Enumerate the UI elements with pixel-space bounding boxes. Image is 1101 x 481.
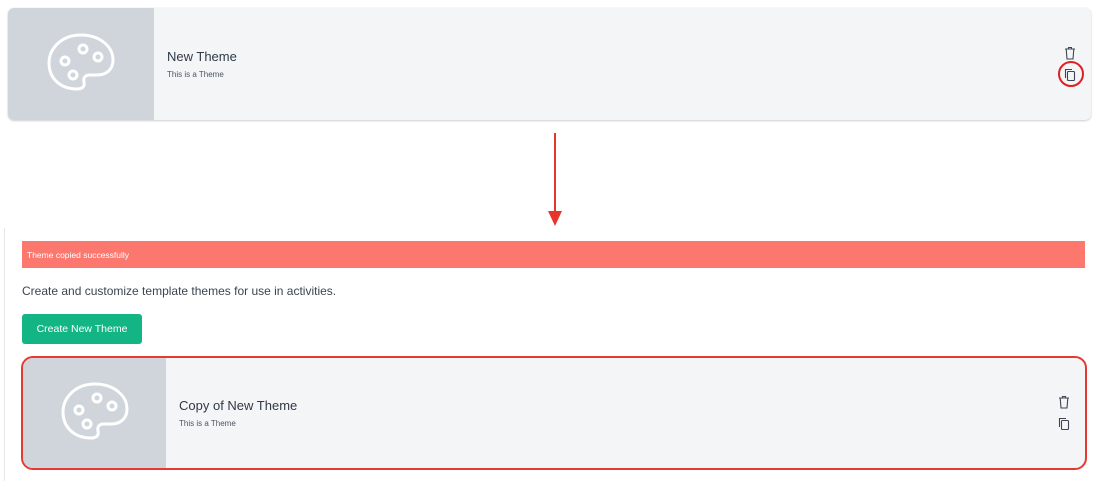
create-new-theme-button[interactable]: Create New Theme	[22, 314, 142, 344]
theme-description: This is a Theme	[167, 70, 224, 79]
trash-icon[interactable]	[1063, 45, 1077, 61]
theme-thumbnail	[8, 8, 154, 120]
copy-icon-highlight	[1058, 61, 1084, 87]
theme-title: New Theme	[167, 49, 237, 64]
palette-icon	[59, 380, 131, 447]
trash-icon[interactable]	[1057, 394, 1071, 410]
success-alert: Theme copied successfully	[22, 241, 1085, 268]
intro-text: Create and customize template themes for…	[22, 284, 337, 298]
down-arrow-icon	[548, 133, 562, 226]
panel-divider	[4, 228, 5, 481]
theme-card-copy[interactable]: Copy of New Theme This is a Theme	[21, 356, 1087, 470]
alert-text: Theme copied successfully	[27, 249, 130, 260]
copy-icon[interactable]	[1057, 416, 1071, 432]
palette-icon	[45, 31, 117, 98]
theme-thumbnail	[23, 358, 166, 468]
theme-description: This is a Theme	[179, 419, 236, 428]
theme-title: Copy of New Theme	[179, 398, 298, 413]
theme-card-original[interactable]: New Theme This is a Theme	[8, 8, 1091, 120]
